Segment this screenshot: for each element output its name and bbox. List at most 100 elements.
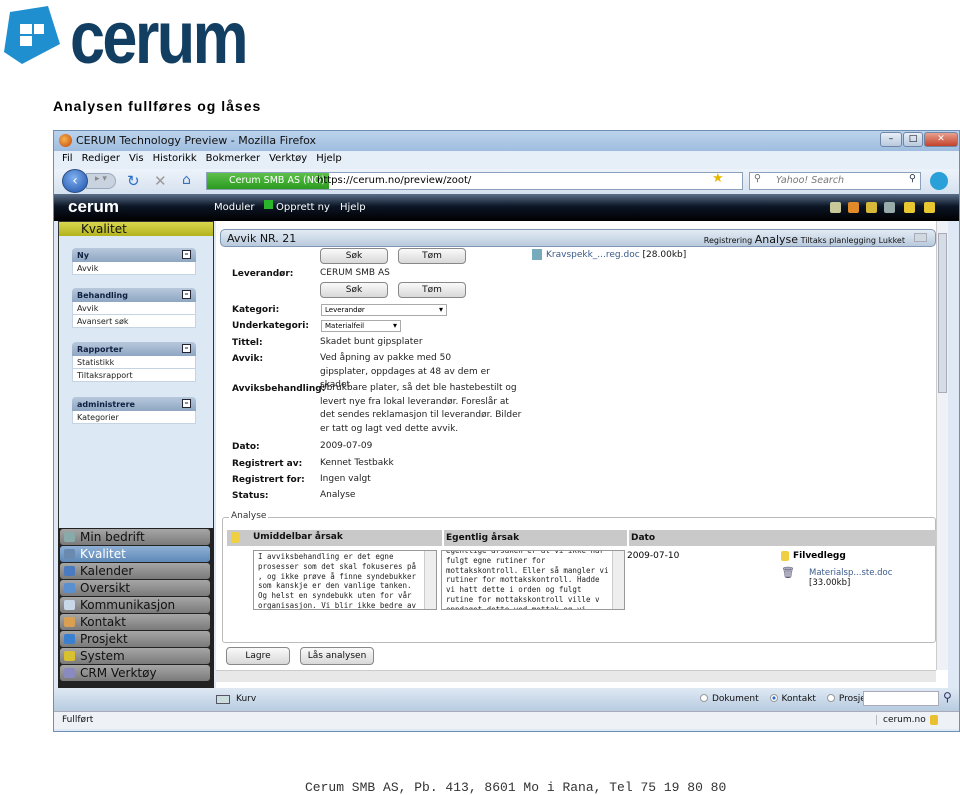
umiddelbar-arsak-textarea[interactable]: I avviksbehandling er det egne prosesser… [253,550,437,610]
lock-icon[interactable] [930,715,938,725]
tom-button[interactable]: Tøm [398,248,466,264]
module-kommunikasjon[interactable]: Kommunikasjon [60,597,210,613]
bottom-search-input[interactable] [863,691,939,706]
tom-button[interactable]: Tøm [398,282,466,298]
sidebar-item-avvik[interactable]: Avvik [72,302,196,315]
url-bar[interactable]: Cerum SMB AS (NO) https://cerum.no/previ… [206,171,743,190]
las-analysen-button[interactable]: Lås analysen [300,647,374,665]
basket-icon[interactable] [216,695,230,704]
sidebar-header: Kvalitet [59,222,213,236]
main-content: Avvik NR. 21 Registrering Analyse Tiltak… [216,221,948,688]
step-tiltaks[interactable]: Tiltaks planlegging [801,236,876,245]
file-link[interactable]: Materialsp...ste.doc [33.00kb] [809,568,935,588]
group-title: administrere [77,400,135,409]
modules-menu[interactable]: Moduler [214,202,254,213]
sok-button[interactable]: Søk [320,248,388,264]
module-system[interactable]: System [60,648,210,664]
label-dato: Dato: [232,442,260,452]
close-button[interactable]: ✕ [924,132,958,147]
vertical-scrollbar[interactable] [936,221,948,670]
value-tittel: Skadet bunt gipsplater [320,337,423,347]
radio-dokument[interactable] [700,694,708,702]
menu-vis[interactable]: Vis [129,153,144,164]
toolbar-icon[interactable] [884,202,895,213]
menu-historikk[interactable]: Historikk [153,153,197,164]
identity-label: Cerum SMB AS (NO) [229,175,325,186]
collapse-icon[interactable]: – [182,250,191,259]
toolbar-icon[interactable] [866,202,877,213]
step-lukket[interactable]: Lukket [879,236,905,245]
group-rapporter: Rapporter – Statistikk Tiltaksrapport [72,342,196,382]
group-title: Rapporter [77,345,123,354]
module-crm-verktoy[interactable]: CRM Verktøy [60,665,210,681]
collapse-panel-icon[interactable] [914,233,927,242]
search-engine-icon[interactable]: ⚲ [754,173,761,184]
module-oversikt[interactable]: Oversikt [60,580,210,596]
back-button[interactable]: ‹ [62,169,88,193]
panel-header: Avvik NR. 21 Registrering Analyse Tiltak… [220,229,936,247]
home-icon[interactable]: ⌂ [182,172,191,188]
skype-icon[interactable] [930,172,948,190]
site-identity[interactable]: Cerum SMB AS (NO) [207,173,329,189]
menu-verktoy[interactable]: Verktøy [269,153,307,164]
forward-button[interactable]: ▸ ▾ [86,173,116,189]
delete-icon[interactable]: 🗑 [781,566,795,579]
search-icon[interactable]: ⚲ [909,173,916,184]
folder-icon[interactable] [904,202,915,213]
new-document-icon[interactable] [231,532,239,543]
search-icon[interactable]: ⚲ [943,690,952,704]
collapse-icon[interactable]: – [182,344,191,353]
bookmark-star-icon[interactable]: ★ [712,171,724,186]
navigation-toolbar: ▸ ▾ ‹ ↻ ✕ ⌂ Cerum SMB AS (NO) https://ce… [54,169,959,194]
menu-bokmerker[interactable]: Bokmerker [206,153,260,164]
reload-icon[interactable]: ↻ [127,172,140,190]
folder-icon[interactable] [924,202,935,213]
module-prosjekt[interactable]: Prosjekt [60,631,210,647]
toolbar-icon[interactable] [848,202,859,213]
sidebar-item-kategorier[interactable]: Kategorier [72,411,196,424]
search-placeholder: Yahoo! Search [776,175,845,186]
collapse-icon[interactable]: – [182,399,191,408]
module-kalender[interactable]: Kalender [60,563,210,579]
sidebar-item-avansert-sok[interactable]: Avansert søk [72,315,196,328]
stop-icon[interactable]: ✕ [154,172,167,190]
step-registrering[interactable]: Registrering [704,236,752,245]
value-dato: 2009-07-09 [320,441,373,451]
module-min-bedrift[interactable]: Min bedrift [60,529,210,545]
kategori-select[interactable]: Leverandør [321,304,447,316]
radio-kontakt[interactable] [769,694,778,702]
app-bottom-bar: Kurv Dokument Kontakt Prosjekt ⚲ [54,688,959,711]
sidebar-item-tiltaksrapport[interactable]: Tiltaksrapport [72,369,196,382]
sok-button[interactable]: Søk [320,282,388,298]
kurv-link[interactable]: Kurv [236,694,256,704]
step-analyse[interactable]: Analyse [755,233,798,246]
minimize-button[interactable]: – [880,132,902,147]
module-kvalitet[interactable]: Kvalitet [60,546,210,562]
sidebar-item-statistikk[interactable]: Statistikk [72,356,196,369]
menu-hjelp[interactable]: Hjelp [316,153,342,164]
module-kontakt[interactable]: Kontakt [60,614,210,630]
browser-window: CERUM Technology Preview - Mozilla Firef… [53,130,960,732]
lagre-button[interactable]: Lagre [226,647,290,665]
menu-fil[interactable]: Fil [62,153,73,164]
help-menu[interactable]: Hjelp [340,202,366,213]
collapse-icon[interactable]: – [182,290,191,299]
maximize-button[interactable]: □ [903,132,923,147]
attachment-link[interactable]: Kravspekk_...reg.doc [28.00kb] [546,250,686,260]
cerum-logo: cerum [70,0,249,79]
search-input[interactable]: Yahoo! Search ⚲ ⚲ [749,172,921,190]
sidebar-item-avvik[interactable]: Avvik [72,262,196,275]
radio-prosjekt[interactable] [826,694,835,702]
create-new-menu[interactable]: Opprett ny [276,202,330,213]
label-avvik: Avvik: [232,354,264,364]
menu-rediger[interactable]: Rediger [82,153,120,164]
label-kategori: Kategori: [232,305,280,315]
underkategori-select[interactable]: Materialfeil [321,320,401,332]
toolbar-icon[interactable] [830,202,841,213]
label-leverandor: Leverandør: [232,269,294,279]
egentlig-arsak-textarea[interactable]: egentlige årsaken er at vi ikke har fulg… [441,550,625,610]
horizontal-scrollbar[interactable] [216,670,936,682]
firefox-icon [59,134,72,147]
menu-bar: Fil Rediger Vis Historikk Bokmerker Verktøy Hj… [54,151,959,169]
label-underkategori: Underkategori: [232,321,309,331]
